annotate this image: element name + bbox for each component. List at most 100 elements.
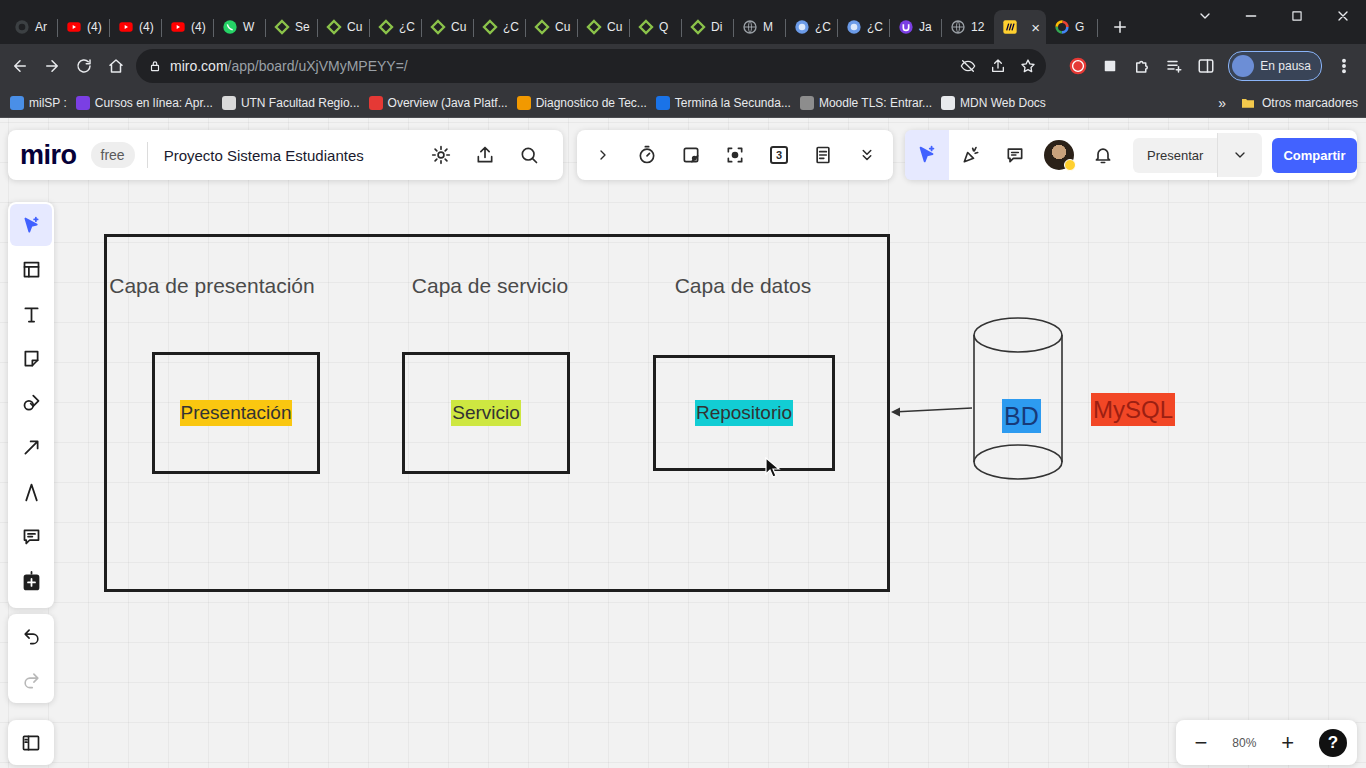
bookmark[interactable]: Overview (Java Platf... [369, 96, 508, 110]
maximize-icon-svg[interactable] [1290, 9, 1304, 23]
browser-tab[interactable]: 12 [942, 10, 994, 44]
user-avatar[interactable] [1044, 140, 1074, 170]
adblock-extension-icon[interactable] [1062, 50, 1094, 82]
calendar-icon[interactable]: 3 [757, 133, 801, 177]
blocked-cookies-icon[interactable] [960, 58, 976, 74]
url[interactable]: miro.com/app/board/uXjVMyMPEYY=/ [170, 58, 960, 74]
database-label[interactable]: BD [1002, 402, 1041, 431]
menu-icon-svg[interactable] [1335, 57, 1353, 75]
pen-tool-icon[interactable] [10, 471, 52, 513]
other-bookmarks[interactable]: Otros marcadores [1240, 95, 1358, 111]
forward-icon[interactable] [36, 50, 68, 82]
side-panel-icon[interactable] [1190, 50, 1222, 82]
settings-gear-icon-svg[interactable] [431, 145, 451, 165]
layer-title[interactable]: Capa de datos [593, 274, 893, 298]
component-box[interactable]: Servicio [402, 352, 570, 474]
board-panel-icon-svg[interactable] [21, 733, 41, 753]
address-bar[interactable]: miro.com/app/board/uXjVMyMPEYY=/ [136, 49, 1046, 83]
layer-title[interactable]: Capa de servicio [340, 274, 640, 298]
tab-close-button[interactable]: × [1031, 20, 1040, 35]
more-chevron-icon[interactable] [845, 133, 889, 177]
share-page-icon[interactable] [990, 58, 1006, 74]
present-options-icon[interactable] [1217, 133, 1262, 177]
media-list-icon-svg[interactable] [1165, 57, 1183, 75]
close-window-icon-svg[interactable] [1335, 8, 1351, 24]
component-box[interactable]: Repositorio [653, 355, 835, 471]
browser-tab[interactable]: Cu [318, 10, 370, 44]
notifications-bell-icon-svg[interactable] [1093, 145, 1113, 165]
bookmark[interactable]: MDN Web Docs [941, 96, 1046, 110]
select-tool-icon-svg[interactable] [21, 215, 42, 236]
plusbox-tool-icon[interactable] [10, 560, 52, 602]
browser-tab[interactable]: Q [630, 10, 682, 44]
text-tool-icon-svg[interactable] [21, 304, 42, 325]
browser-tab[interactable]: W [214, 10, 266, 44]
frame-tool-icon-svg[interactable] [21, 259, 42, 280]
component-box[interactable]: Presentación [152, 352, 320, 474]
bookmark[interactable]: UTN Facultad Regio... [222, 96, 360, 110]
board-panel-icon[interactable] [21, 733, 41, 753]
more-chevron-icon-svg[interactable] [858, 146, 876, 164]
browser-tab[interactable]: Se [266, 10, 318, 44]
lock-icon-svg[interactable] [148, 59, 162, 73]
card-icon-svg[interactable] [681, 145, 701, 165]
zoom-level[interactable]: 80% [1232, 736, 1256, 750]
zoom-out-button[interactable]: − [1186, 730, 1216, 756]
plan-badge[interactable]: free [91, 142, 135, 168]
lock-icon[interactable] [148, 59, 162, 73]
layer-title[interactable]: Capa de presentación [62, 274, 362, 298]
side-panel-icon-svg[interactable] [1197, 57, 1215, 75]
timer-icon-svg[interactable] [637, 145, 657, 165]
close-window-icon[interactable] [1320, 0, 1366, 32]
sticky-tool-icon-svg[interactable] [21, 348, 42, 369]
pointer-select-icon-svg[interactable] [916, 144, 938, 166]
browser-tab[interactable]: Ar [6, 10, 58, 44]
home-icon[interactable] [100, 50, 132, 82]
menu-icon[interactable] [1328, 50, 1360, 82]
present-options-icon-svg[interactable] [1232, 147, 1248, 163]
search-icon-svg[interactable] [519, 145, 539, 165]
reload-icon[interactable] [68, 50, 100, 82]
tab-search-icon-svg[interactable] [1197, 8, 1213, 24]
focus-icon-svg[interactable] [725, 145, 745, 165]
pen-tool-icon-svg[interactable] [21, 482, 42, 503]
extensions-puzzle-icon[interactable] [1126, 50, 1158, 82]
reload-icon-svg[interactable] [75, 57, 93, 75]
browser-tab[interactable]: ¿C [786, 10, 838, 44]
new-tab-icon[interactable] [1102, 10, 1138, 44]
notifications-bell-icon[interactable] [1081, 133, 1125, 177]
undo-icon-svg[interactable] [22, 627, 41, 646]
board-canvas[interactable]: Capa de presentación Presentación Capa de … [0, 118, 1366, 768]
search-icon[interactable] [507, 133, 551, 177]
frame-tool-icon[interactable] [10, 249, 52, 291]
plusbox-tool-icon-svg[interactable] [21, 571, 42, 592]
browser-tab[interactable]: (4) [58, 10, 110, 44]
connector-arrow[interactable] [880, 398, 980, 422]
board-title[interactable]: Proyecto Sistema Estudiantes [164, 147, 364, 164]
browser-tab[interactable]: (4) [162, 10, 214, 44]
back-icon[interactable] [4, 50, 36, 82]
browser-tab[interactable]: ¿C [474, 10, 526, 44]
extension-icon-svg[interactable] [1101, 57, 1119, 75]
browser-tab[interactable]: Cu [422, 10, 474, 44]
share-page-icon-svg[interactable] [990, 58, 1006, 74]
bookmark[interactable]: Moodle TLS: Entrar... [800, 96, 932, 110]
text-tool-icon[interactable] [10, 293, 52, 335]
share-button[interactable]: Compartir [1272, 138, 1356, 173]
bookmark[interactable]: milSP : [10, 96, 67, 110]
media-list-icon[interactable] [1158, 50, 1190, 82]
comment-tool-icon-svg[interactable] [21, 526, 42, 547]
extensions-puzzle-icon-svg[interactable] [1133, 57, 1151, 75]
notes-icon[interactable] [801, 133, 845, 177]
export-upload-icon[interactable] [463, 133, 507, 177]
new-tab-icon-svg[interactable] [1111, 18, 1129, 36]
pointer-select-icon[interactable] [905, 130, 949, 180]
comments-icon-svg[interactable] [1005, 145, 1025, 165]
bookmark[interactable]: Cursos en línea: Apr... [76, 96, 213, 110]
bookmark-star-icon-svg[interactable] [1020, 58, 1036, 74]
timer-icon[interactable] [625, 133, 669, 177]
profile-chip[interactable]: En pausa [1228, 51, 1322, 81]
expand-chevron-icon[interactable] [581, 133, 625, 177]
notes-icon-svg[interactable] [813, 145, 833, 165]
arrow-tool-icon-svg[interactable] [21, 437, 42, 458]
